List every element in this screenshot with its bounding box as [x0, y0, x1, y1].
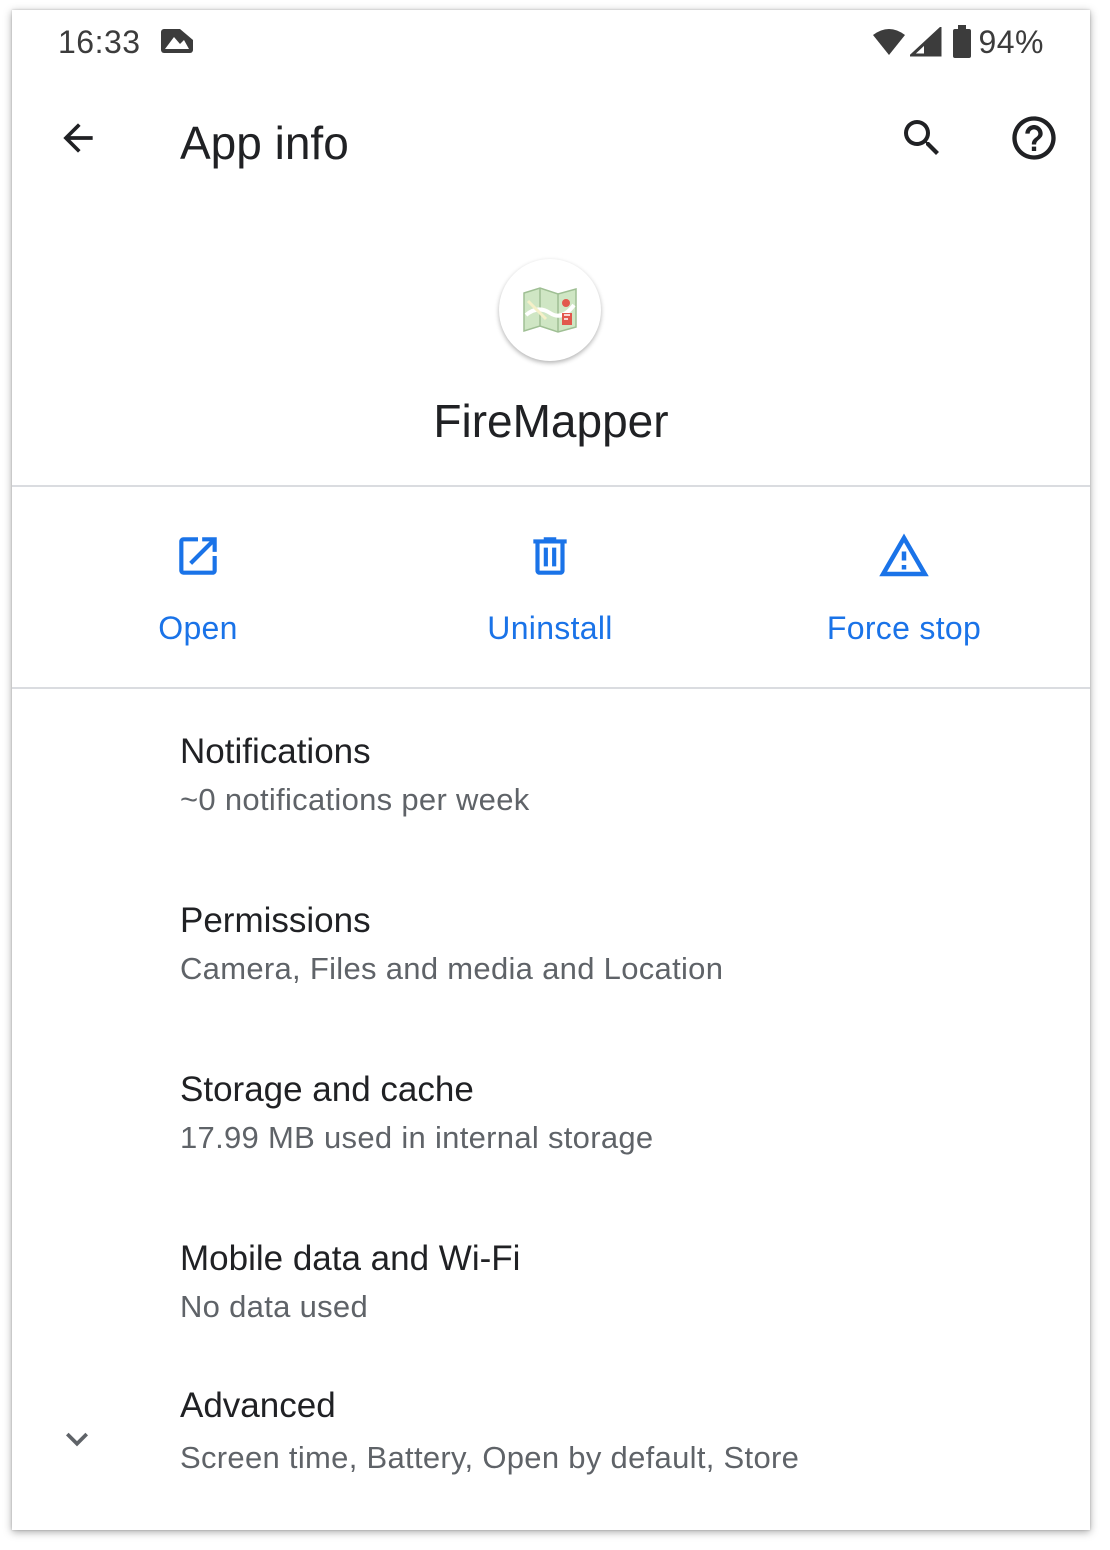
chevron-down-icon: [52, 1414, 102, 1464]
mobile-data-and-wifi-item[interactable]: Mobile data and Wi-Fi No data used: [12, 1197, 1090, 1366]
arrow-back-icon: [63, 123, 93, 153]
help-icon: [1012, 116, 1056, 160]
back-button[interactable]: [42, 102, 114, 174]
open-in-new-icon: [170, 528, 226, 584]
item-summary: No data used: [180, 1289, 369, 1324]
wifi-icon: [872, 28, 906, 56]
search-button[interactable]: [886, 102, 958, 174]
item-summary: Screen time, Battery, Open by default, S…: [180, 1440, 800, 1475]
item-title: Permissions: [180, 901, 371, 940]
map-app-icon: [499, 259, 601, 361]
image-notification-icon: [160, 28, 194, 54]
force-stop-button[interactable]: Force stop: [754, 528, 1054, 658]
cellular-signal-icon: [910, 27, 942, 57]
item-title: Mobile data and Wi-Fi: [180, 1239, 521, 1278]
status-indicators: 94%: [872, 24, 1044, 60]
status-time: 16:33: [58, 24, 141, 60]
notifications-item[interactable]: Notifications ~0 notifications per week: [12, 690, 1090, 859]
item-title: Advanced: [180, 1386, 336, 1425]
app-header: FireMapper: [12, 212, 1090, 486]
warning-icon: [876, 528, 932, 584]
item-summary: Camera, Files and media and Location: [180, 951, 724, 986]
open-label: Open: [158, 610, 238, 646]
help-button[interactable]: [998, 102, 1070, 174]
uninstall-label: Uninstall: [487, 610, 613, 646]
page-title: App info: [180, 117, 349, 169]
uninstall-button[interactable]: Uninstall: [400, 528, 700, 658]
force-stop-label: Force stop: [826, 610, 982, 646]
search-icon: [904, 120, 939, 155]
battery-percent: 94%: [978, 23, 1044, 60]
item-title: Notifications: [180, 732, 371, 771]
trash-icon: [522, 528, 578, 584]
status-bar: 16:33 94%: [12, 10, 1090, 72]
divider: [12, 687, 1090, 689]
app-name: FireMapper: [433, 395, 669, 447]
app-info-screen: 16:33 94% App info FireMapper Open Unins…: [12, 10, 1090, 1530]
battery-icon: [952, 25, 972, 59]
divider: [12, 485, 1090, 487]
item-summary: 17.99 MB used in internal storage: [180, 1120, 654, 1155]
app-bar: App info: [12, 72, 1090, 212]
storage-and-cache-item[interactable]: Storage and cache 17.99 MB used in inter…: [12, 1028, 1090, 1197]
advanced-item[interactable]: Advanced Screen time, Battery, Open by d…: [12, 1366, 1090, 1530]
open-button[interactable]: Open: [48, 528, 348, 658]
item-title: Storage and cache: [180, 1070, 474, 1109]
action-buttons: Open Uninstall Force stop: [12, 488, 1090, 688]
item-summary: ~0 notifications per week: [180, 782, 530, 817]
permissions-item[interactable]: Permissions Camera, Files and media and …: [12, 859, 1090, 1028]
